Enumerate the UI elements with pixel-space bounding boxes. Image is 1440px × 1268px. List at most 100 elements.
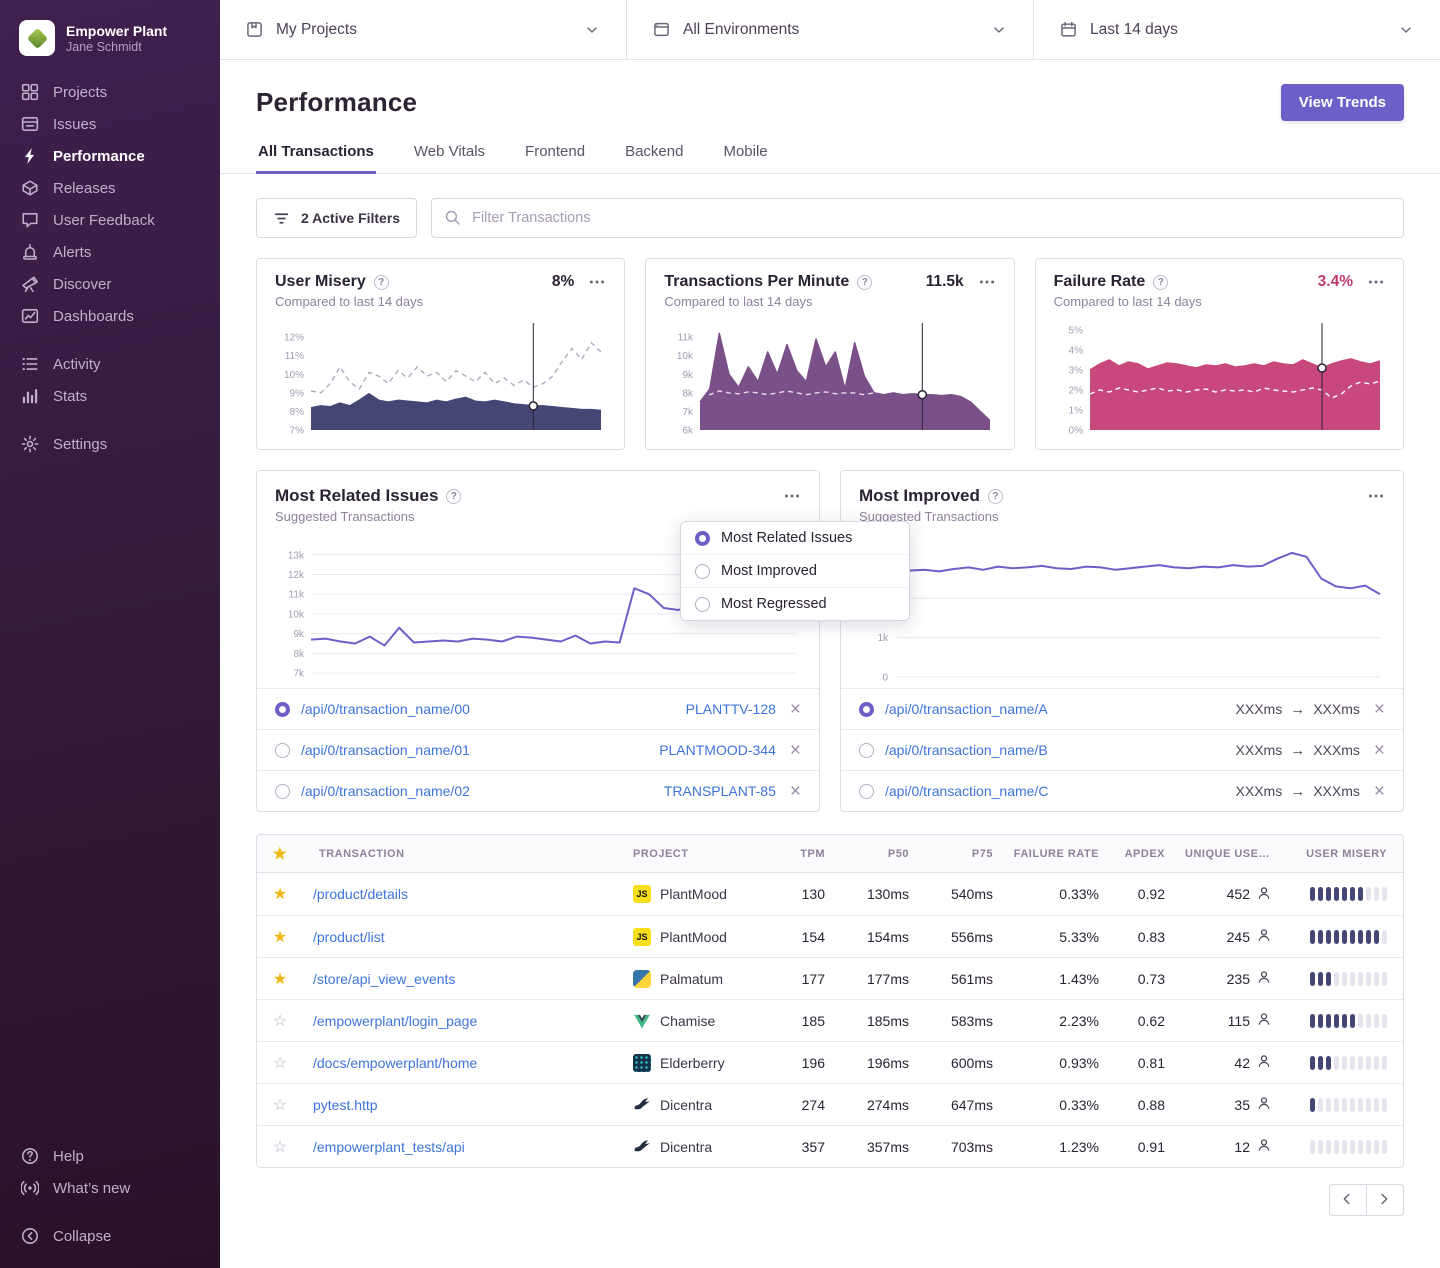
sidebar-nav: ProjectsIssuesPerformanceReleasesUser Fe… <box>0 70 220 1252</box>
transaction-radio[interactable] <box>275 702 290 717</box>
svg-text:10%: 10% <box>284 370 304 381</box>
transaction-radio[interactable] <box>859 784 874 799</box>
transaction-link[interactable]: /product/details <box>313 886 408 902</box>
transaction-radio[interactable] <box>275 743 290 758</box>
transaction-link[interactable]: /api/0/transaction_name/C <box>885 783 1048 799</box>
apdex-value: 0.83 <box>1109 929 1175 945</box>
sidebar-item-help[interactable]: Help <box>0 1140 220 1172</box>
question-icon[interactable]: ? <box>374 275 389 290</box>
close-icon[interactable]: × <box>790 700 801 719</box>
star-toggle[interactable]: ★ <box>273 927 287 947</box>
transaction-link[interactable]: /api/0/transaction_name/B <box>885 742 1048 758</box>
transaction-link[interactable]: /docs/empowerplant/home <box>313 1055 477 1071</box>
search-icon <box>444 209 461 226</box>
sidebar-item-activity[interactable]: Activity <box>0 348 220 380</box>
transaction-link[interactable]: /api/0/transaction_name/00 <box>301 701 470 717</box>
star-toggle[interactable]: ☆ <box>273 1011 287 1031</box>
close-icon[interactable]: × <box>1374 700 1385 719</box>
star-toggle[interactable]: ★ <box>273 969 287 989</box>
sidebar-item-what-s-new[interactable]: What’s new <box>0 1172 220 1204</box>
transaction-link[interactable]: /store/api_view_events <box>313 971 455 987</box>
menu-radio[interactable] <box>695 597 710 612</box>
tpm-value: 357 <box>771 1139 835 1155</box>
sidebar-item-stats[interactable]: Stats <box>0 380 220 412</box>
sidebar-item-discover[interactable]: Discover <box>0 268 220 300</box>
tab-frontend[interactable]: Frontend <box>523 135 587 174</box>
transaction-radio[interactable] <box>275 784 290 799</box>
ellipsis-menu-icon[interactable] <box>588 273 606 291</box>
menu-item-most-regressed[interactable]: Most Regressed <box>681 587 909 620</box>
org-switcher[interactable]: Empower Plant Jane Schmidt <box>0 14 220 70</box>
question-icon[interactable]: ? <box>446 489 461 504</box>
duration-before: XXXms <box>1236 742 1283 758</box>
question-icon[interactable]: ? <box>1153 275 1168 290</box>
menu-radio[interactable] <box>695 531 710 546</box>
user-misery-chart: 12%11%10%9%8%7% <box>275 319 606 437</box>
sidebar-item-issues[interactable]: Issues <box>0 108 220 140</box>
sidebar-item-projects[interactable]: Projects <box>0 76 220 108</box>
failure-rate-card: Failure Rate ? 3.4% Compared to last 14 … <box>1035 258 1404 450</box>
ellipsis-menu-icon[interactable] <box>783 487 801 505</box>
close-icon[interactable]: × <box>1374 782 1385 801</box>
table-row: ☆ /empowerplant_tests/api Dicentra 357 3… <box>257 1125 1403 1167</box>
sidebar-item-performance[interactable]: Performance <box>0 140 220 172</box>
close-icon[interactable]: × <box>1374 741 1385 760</box>
transaction-link[interactable]: /api/0/transaction_name/01 <box>301 742 470 758</box>
ellipsis-menu-icon[interactable] <box>1367 487 1385 505</box>
question-icon[interactable]: ? <box>988 489 1003 504</box>
search-input[interactable] <box>431 198 1404 238</box>
date-range-selector[interactable]: Last 14 days <box>1033 0 1440 59</box>
tab-mobile[interactable]: Mobile <box>721 135 769 174</box>
duration-before: XXXms <box>1236 701 1283 717</box>
transaction-radio[interactable] <box>859 743 874 758</box>
star-toggle[interactable]: ★ <box>273 884 287 904</box>
close-icon[interactable]: × <box>790 741 801 760</box>
issue-link[interactable]: PLANTMOOD-344 <box>659 742 776 758</box>
active-filters-button[interactable]: 2 Active Filters <box>256 198 417 238</box>
sidebar-item-settings[interactable]: Settings <box>0 428 220 460</box>
star-header-icon[interactable]: ★ <box>273 844 288 864</box>
failure-rate-value: 5.33% <box>1003 929 1109 945</box>
svg-text:6k: 6k <box>683 426 695 437</box>
transaction-link[interactable]: /api/0/transaction_name/02 <box>301 783 470 799</box>
menu-item-most-improved[interactable]: Most Improved <box>681 554 909 587</box>
environment-selector[interactable]: All Environments <box>626 0 1033 59</box>
apdex-value: 0.92 <box>1109 886 1175 902</box>
star-toggle[interactable]: ☆ <box>273 1137 287 1157</box>
sidebar-item-user-feedback[interactable]: User Feedback <box>0 204 220 236</box>
transaction-link[interactable]: /api/0/transaction_name/A <box>885 701 1048 717</box>
issue-link[interactable]: TRANSPLANT-85 <box>664 783 776 799</box>
tab-web-vitals[interactable]: Web Vitals <box>412 135 487 174</box>
transaction-link[interactable]: /empowerplant_tests/api <box>313 1139 465 1155</box>
panel-title: Most Related Issues <box>275 486 438 506</box>
view-trends-button[interactable]: View Trends <box>1281 84 1404 121</box>
dashboards-icon <box>21 307 39 325</box>
transaction-link[interactable]: /product/list <box>313 929 385 945</box>
star-toggle[interactable]: ☆ <box>273 1053 287 1073</box>
close-icon[interactable]: × <box>790 782 801 801</box>
panel-display-menu: Most Related Issues Most Improved Most R… <box>680 521 910 621</box>
previous-page-button[interactable] <box>1329 1184 1367 1216</box>
transaction-radio[interactable] <box>859 702 874 717</box>
sidebar-item-alerts[interactable]: Alerts <box>0 236 220 268</box>
star-toggle[interactable]: ☆ <box>273 1095 287 1115</box>
user-feedback-icon <box>21 211 39 229</box>
menu-item-most-related-issues[interactable]: Most Related Issues <box>681 522 909 554</box>
next-page-button[interactable] <box>1366 1184 1404 1216</box>
ellipsis-menu-icon[interactable] <box>978 273 996 291</box>
main-column: My Projects All Environments Last 14 day… <box>220 0 1440 1268</box>
sidebar-item-dashboards[interactable]: Dashboards <box>0 300 220 332</box>
ellipsis-menu-icon[interactable] <box>1367 273 1385 291</box>
transaction-link[interactable]: pytest.http <box>313 1097 378 1113</box>
issue-link[interactable]: PLANTTV-128 <box>686 701 776 717</box>
question-icon[interactable]: ? <box>857 275 872 290</box>
alerts-icon <box>21 243 39 261</box>
transaction-link[interactable]: /empowerplant/login_page <box>313 1013 477 1029</box>
menu-radio[interactable] <box>695 564 710 579</box>
project-selector[interactable]: My Projects <box>220 0 626 59</box>
tabs: All Transactions Web Vitals Frontend Backen… <box>220 135 1440 174</box>
tab-all-transactions[interactable]: All Transactions <box>256 135 376 174</box>
tab-backend[interactable]: Backend <box>623 135 685 174</box>
sidebar-item-releases[interactable]: Releases <box>0 172 220 204</box>
sidebar-item-collapse[interactable]: Collapse <box>0 1220 220 1252</box>
